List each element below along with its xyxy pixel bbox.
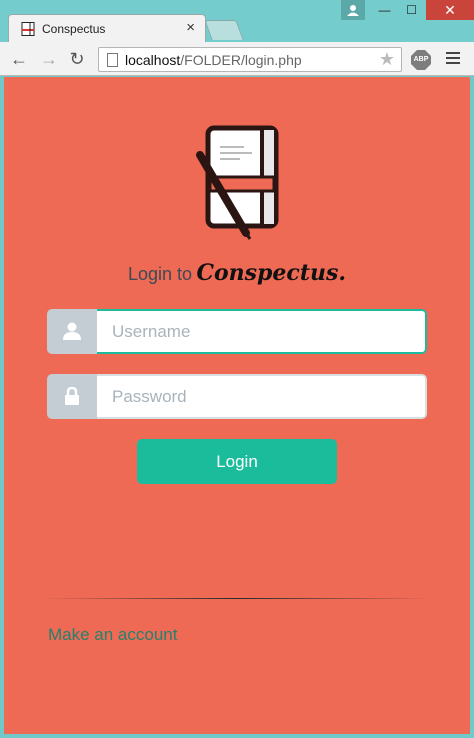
browser-tab[interactable]: Conspectus × [8, 14, 206, 42]
username-field [47, 309, 427, 354]
user-icon [63, 322, 81, 340]
profile-button[interactable] [341, 0, 365, 20]
reload-icon[interactable]: ↻ [66, 48, 88, 70]
notebook-favicon-icon [21, 22, 35, 36]
make-account-link[interactable]: Make an account [48, 625, 177, 645]
address-bar[interactable]: localhost/FOLDER/login.php ★ [98, 47, 402, 72]
star-icon[interactable]: ★ [379, 49, 395, 70]
login-heading: Login to Conspectus. [4, 260, 470, 286]
forward-arrow-icon[interactable]: → [38, 48, 60, 70]
password-addon [47, 374, 97, 419]
minimize-button[interactable]: — [371, 0, 398, 20]
maximize-button[interactable]: ☐ [398, 0, 425, 20]
browser-toolbar: ← → ↻ localhost/FOLDER/login.php ★ ABP [0, 42, 474, 76]
user-icon [347, 5, 359, 16]
password-input[interactable] [97, 374, 427, 419]
username-addon [47, 309, 97, 354]
new-tab-button[interactable] [204, 20, 244, 40]
login-page: Login to Conspectus. Login Make an accou… [4, 77, 470, 734]
url-path: /FOLDER/login.php [180, 52, 302, 68]
adblock-extension-button[interactable]: ABP [411, 50, 431, 70]
notebook-logo-icon [196, 125, 279, 240]
close-window-button[interactable]: ✕ [426, 0, 474, 20]
menu-icon[interactable] [446, 52, 460, 67]
page-icon [107, 53, 118, 67]
password-field [47, 374, 427, 419]
url-text[interactable]: localhost/FOLDER/login.php [125, 52, 302, 68]
login-heading-prefix: Login to [127, 264, 193, 284]
brand-wordmark: Conspectus. [196, 260, 347, 286]
window-titlebar: Conspectus × — ☐ ✕ [0, 0, 474, 42]
divider [42, 598, 432, 599]
login-button[interactable]: Login [137, 439, 337, 484]
tab-close-button[interactable]: × [186, 19, 195, 36]
username-input[interactable] [97, 309, 427, 354]
url-host: localhost [125, 52, 181, 68]
lock-icon [65, 387, 79, 405]
back-arrow-icon[interactable]: ← [8, 48, 30, 70]
tab-title: Conspectus [42, 22, 106, 36]
